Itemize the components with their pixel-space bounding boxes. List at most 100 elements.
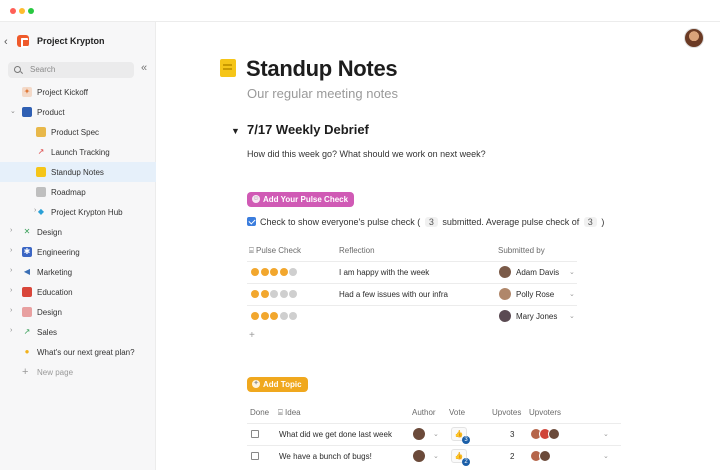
sidebar-item-sales[interactable]: › ↗ Sales <box>0 322 156 342</box>
emoji-rating-icon[interactable] <box>251 268 259 276</box>
section-question[interactable]: How did this week go? What should we wor… <box>247 149 486 159</box>
column-header-submitted-by[interactable]: Submitted by <box>498 246 545 255</box>
column-header-pulse-check[interactable]: ⌸ Pulse Check <box>249 246 301 256</box>
emoji-rating-icon[interactable] <box>279 312 288 320</box>
palette-icon <box>22 307 32 317</box>
maximize-window-button[interactable] <box>28 8 34 14</box>
page-subtitle[interactable]: Our regular meeting notes <box>247 86 398 101</box>
sidebar-item-label: Product <box>37 108 65 117</box>
collapse-sidebar-icon[interactable]: « <box>141 62 147 74</box>
emoji-rating-icon[interactable] <box>260 312 269 320</box>
pulse-row[interactable]: I am happy with the week Adam Davis ⌄ <box>247 261 577 283</box>
chevron-down-icon[interactable]: ⌄ <box>569 290 575 298</box>
emoji-rating-icon[interactable] <box>270 268 278 276</box>
vote-button[interactable]: 👍 3 <box>451 427 470 444</box>
topic-row[interactable]: What did we get done last week ⌄ 👍 3 3 ⌄ <box>247 423 621 445</box>
submitted-by-cell[interactable]: Polly Rose <box>516 290 554 299</box>
chevron-right-icon[interactable]: › <box>10 307 12 314</box>
chevron-down-icon[interactable]: ⌄ <box>603 430 609 438</box>
chevron-down-icon[interactable]: ⌄ <box>603 452 609 460</box>
column-header-author[interactable]: Author <box>412 408 436 417</box>
sidebar-item-launch-tracking[interactable]: ↗ Launch Tracking <box>0 142 156 162</box>
chevron-right-icon[interactable]: › <box>10 227 12 234</box>
sidebar-item-roadmap[interactable]: Roadmap <box>0 182 156 202</box>
emoji-rating-icon[interactable] <box>279 290 288 298</box>
idea-cell[interactable]: What did we get done last week <box>279 430 392 439</box>
done-checkbox[interactable] <box>251 452 259 460</box>
close-window-button[interactable] <box>10 8 16 14</box>
add-pulse-check-label: Add Your Pulse Check <box>263 195 349 204</box>
emoji-rating-icon[interactable] <box>251 290 259 298</box>
emoji-rating-icon[interactable] <box>289 268 297 276</box>
chevron-down-icon[interactable]: ⌄ <box>569 312 575 320</box>
page-title[interactable]: Standup Notes <box>246 56 398 82</box>
sidebar-item-standup-notes[interactable]: Standup Notes <box>0 162 156 182</box>
sidebar-item-project-kickoff[interactable]: ✦ Project Kickoff <box>0 82 156 102</box>
submitted-by-cell[interactable]: Mary Jones <box>516 312 557 321</box>
emoji-rating-icon[interactable] <box>251 312 259 320</box>
topic-row[interactable]: We have a bunch of bugs! ⌄ 👍 2 2 ⌄ <box>247 445 621 467</box>
chevron-down-icon[interactable]: ⌄ <box>433 452 439 460</box>
sidebar-item-label: What's our next great plan? <box>37 348 135 357</box>
sidebar-item-engineering[interactable]: › ✱ Engineering <box>0 242 156 262</box>
emoji-rating-icon[interactable] <box>289 312 297 320</box>
done-checkbox[interactable] <box>251 430 259 438</box>
emoji-rating-icon[interactable] <box>270 312 278 320</box>
vote-button[interactable]: 👍 2 <box>451 449 470 466</box>
sidebar-item-marketing[interactable]: › ◀ Marketing <box>0 262 156 282</box>
chevron-right-icon[interactable]: › <box>10 327 12 334</box>
sidebar-item-product[interactable]: ⌄ Product <box>0 102 156 122</box>
map-icon <box>36 187 46 197</box>
chevron-right-icon[interactable]: › <box>10 287 12 294</box>
idea-header-label: Idea <box>285 408 301 417</box>
section-toggle-icon[interactable]: ▼ <box>231 126 240 136</box>
sidebar: ‹ Project Krypton Search « ✦ Project Kick… <box>0 22 156 470</box>
column-header-done[interactable]: Done <box>250 408 269 417</box>
emoji-rating-icon[interactable] <box>260 268 269 276</box>
search-input[interactable]: Search <box>8 62 134 78</box>
reflection-cell[interactable]: I am happy with the week <box>339 268 429 277</box>
add-topic-button[interactable]: ✦ Add Topic <box>247 377 308 392</box>
minimize-window-button[interactable] <box>19 8 25 14</box>
chevron-down-icon[interactable]: ⌄ <box>10 107 16 115</box>
avatar <box>499 266 511 278</box>
column-header-upvoters[interactable]: Upvoters <box>529 408 561 417</box>
chevron-right-icon[interactable]: › <box>10 247 12 254</box>
emoji-rating-icon[interactable] <box>270 290 278 298</box>
bulb-icon: ● <box>24 347 30 356</box>
avatar <box>413 450 425 462</box>
pulse-row[interactable]: Had a few issues with our infra Polly Ros… <box>247 283 577 305</box>
add-row-button[interactable]: + <box>249 330 255 341</box>
new-page-button[interactable]: + New page <box>0 362 156 382</box>
pulse-visibility-checkbox[interactable] <box>247 217 256 226</box>
chevron-down-icon[interactable]: ⌄ <box>433 430 439 438</box>
reflection-cell[interactable]: Had a few issues with our infra <box>339 290 448 299</box>
sidebar-item-design[interactable]: › Design <box>0 302 156 322</box>
submitted-by-cell[interactable]: Adam Davis <box>516 268 559 277</box>
chevron-right-icon[interactable]: › <box>10 267 12 274</box>
sidebar-item-project-krypton-hub[interactable]: › ◆ Project Krypton Hub <box>0 202 156 222</box>
idea-cell[interactable]: We have a bunch of bugs! <box>279 452 372 461</box>
chevron-down-icon[interactable]: ⌄ <box>569 268 575 276</box>
gear-icon: ✱ <box>22 247 32 257</box>
emoji-rating-icon[interactable] <box>260 290 269 298</box>
pulse-check-mid: submitted. Average pulse check of <box>442 217 580 227</box>
emoji-rating-icon[interactable] <box>279 268 288 276</box>
search-icon <box>14 66 21 73</box>
emoji-rating-icon[interactable] <box>289 290 297 298</box>
column-header-reflection[interactable]: Reflection <box>339 246 375 255</box>
column-header-vote[interactable]: Vote <box>449 408 465 417</box>
sidebar-item-design[interactable]: › ✕ Design <box>0 222 156 242</box>
pulse-visibility-checkbox-row[interactable]: Check to show everyone's pulse check ( 3… <box>247 217 604 227</box>
section-heading[interactable]: 7/17 Weekly Debrief <box>247 122 369 137</box>
sidebar-item-product-spec[interactable]: Product Spec <box>0 122 156 142</box>
column-header-upvotes[interactable]: Upvotes <box>492 408 521 417</box>
sidebar-item-education[interactable]: › Education <box>0 282 156 302</box>
add-pulse-check-button[interactable]: ☺ Add Your Pulse Check <box>247 192 355 207</box>
pulse-row[interactable]: Mary Jones ⌄ <box>247 305 577 327</box>
workspace-name[interactable]: Project Krypton <box>37 36 105 46</box>
sidebar-item-what-s-our-next-great-plan[interactable]: ● What's our next great plan? <box>0 342 156 362</box>
column-header-idea[interactable]: ⌸ Idea <box>278 408 301 418</box>
user-avatar[interactable] <box>684 28 704 48</box>
back-chevron-icon[interactable]: ‹ <box>4 36 8 48</box>
